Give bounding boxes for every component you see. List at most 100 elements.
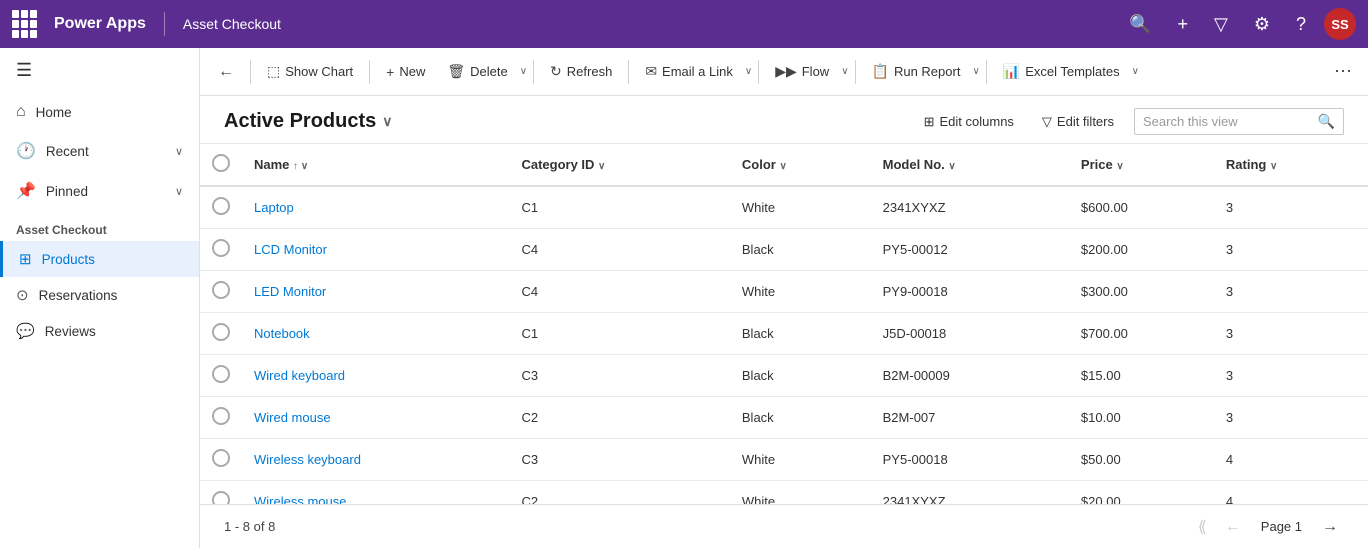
flow-button[interactable]: ▶▶ Flow xyxy=(765,57,839,86)
row-checkbox-cell[interactable] xyxy=(200,271,242,313)
row-model-no: B2M-007 xyxy=(871,397,1069,439)
more-commands-button[interactable]: ⋯ xyxy=(1326,55,1360,88)
row-category-id: C4 xyxy=(509,229,729,271)
excel-chevron[interactable]: ∨ xyxy=(1132,66,1139,77)
col-rating[interactable]: Rating ∨ xyxy=(1214,144,1368,186)
edit-columns-button[interactable]: ⊞ Edit columns xyxy=(916,109,1022,135)
sidebar-item-reservations[interactable]: ⊙ Reservations xyxy=(0,277,199,313)
run-report-button[interactable]: 📋 Run Report xyxy=(862,57,971,86)
row-name[interactable]: Notebook xyxy=(242,313,509,355)
settings-icon[interactable]: ⚙ xyxy=(1246,10,1278,39)
cmd-divider-6 xyxy=(855,60,856,84)
next-page-button[interactable]: → xyxy=(1316,514,1344,540)
row-model-no: J5D-00018 xyxy=(871,313,1069,355)
sidebar-item-home[interactable]: ⌂ Home xyxy=(0,93,199,131)
col-color[interactable]: Color ∨ xyxy=(730,144,871,186)
row-checkbox[interactable] xyxy=(212,407,230,425)
delete-chevron[interactable]: ∨ xyxy=(520,66,527,77)
pagination: ⟪ ← Page 1 → xyxy=(1192,513,1344,541)
row-checkbox-cell[interactable] xyxy=(200,397,242,439)
back-button[interactable]: ← xyxy=(208,57,244,87)
edit-filters-button[interactable]: ▽ Edit filters xyxy=(1034,109,1122,135)
reviews-label: Reviews xyxy=(45,324,96,339)
row-checkbox-cell[interactable] xyxy=(200,355,242,397)
row-price: $10.00 xyxy=(1069,397,1214,439)
table-row[interactable]: LCD Monitor C4 Black PY5-00012 $200.00 3 xyxy=(200,229,1368,271)
col-name[interactable]: Name ↑ ∨ xyxy=(242,144,509,186)
email-link-button[interactable]: ✉ Email a Link xyxy=(635,57,743,86)
run-report-chevron[interactable]: ∨ xyxy=(972,66,979,77)
sidebar-item-products[interactable]: ⊞ Products xyxy=(0,241,199,277)
add-icon[interactable]: + xyxy=(1169,10,1196,39)
row-name[interactable]: Wired mouse xyxy=(242,397,509,439)
email-chevron[interactable]: ∨ xyxy=(745,66,752,77)
help-icon[interactable]: ? xyxy=(1288,10,1314,39)
row-name[interactable]: LCD Monitor xyxy=(242,229,509,271)
row-checkbox[interactable] xyxy=(212,281,230,299)
row-checkbox-cell[interactable] xyxy=(200,439,242,481)
sidebar-item-reviews[interactable]: 💬 Reviews xyxy=(0,313,199,349)
view-title-chevron[interactable]: ∨ xyxy=(382,113,392,130)
row-name[interactable]: Wireless mouse xyxy=(242,481,509,505)
filter-icon[interactable]: ▽ xyxy=(1206,10,1236,39)
table-row[interactable]: LED Monitor C4 White PY9-00018 $300.00 3 xyxy=(200,271,1368,313)
waffle-menu[interactable] xyxy=(12,10,40,38)
first-page-button[interactable]: ⟪ xyxy=(1192,513,1213,541)
row-color: White xyxy=(730,186,871,229)
table-row[interactable]: Wired mouse C2 Black B2M-007 $10.00 3 xyxy=(200,397,1368,439)
col-price[interactable]: Price ∨ xyxy=(1069,144,1214,186)
col-model-no[interactable]: Model No. ∨ xyxy=(871,144,1069,186)
delete-button[interactable]: 🗑 Delete xyxy=(437,57,517,86)
sidebar-nav: ⌂ Home 🕐 Recent ∨ 📌 Pinned ∨ xyxy=(0,93,199,211)
row-checkbox[interactable] xyxy=(212,449,230,467)
show-chart-button[interactable]: ⬚ Show Chart xyxy=(257,57,363,86)
row-checkbox-cell[interactable] xyxy=(200,481,242,505)
new-button[interactable]: + New xyxy=(376,58,435,86)
row-checkbox[interactable] xyxy=(212,365,230,383)
row-name[interactable]: LED Monitor xyxy=(242,271,509,313)
row-checkbox[interactable] xyxy=(212,239,230,257)
table-row[interactable]: Laptop C1 White 2341XYXZ $600.00 3 xyxy=(200,186,1368,229)
row-checkbox-cell[interactable] xyxy=(200,186,242,229)
sidebar-item-pinned[interactable]: 📌 Pinned ∨ xyxy=(0,171,199,211)
delete-icon: 🗑 xyxy=(447,63,465,80)
row-checkbox[interactable] xyxy=(212,491,230,504)
row-checkbox[interactable] xyxy=(212,323,230,341)
table-row[interactable]: Wireless keyboard C3 White PY5-00018 $50… xyxy=(200,439,1368,481)
refresh-button[interactable]: ↻ Refresh xyxy=(540,57,622,86)
sidebar-home-label: Home xyxy=(36,105,72,120)
table-row[interactable]: Wireless mouse C2 White 2341XYXZ $20.00 … xyxy=(200,481,1368,505)
search-icon[interactable]: 🔍 xyxy=(1121,10,1159,39)
hamburger-button[interactable]: ☰ xyxy=(0,48,199,93)
row-checkbox[interactable] xyxy=(212,197,230,215)
search-icon: 🔍 xyxy=(1318,113,1335,130)
avatar[interactable]: SS xyxy=(1324,8,1356,40)
pinned-arrow: ∨ xyxy=(175,185,183,198)
search-input[interactable] xyxy=(1143,114,1312,129)
flow-chevron[interactable]: ∨ xyxy=(841,66,848,77)
select-all-checkbox[interactable] xyxy=(212,154,230,172)
col-category-id[interactable]: Category ID ∨ xyxy=(509,144,729,186)
table-row[interactable]: Wired keyboard C3 Black B2M-00009 $15.00… xyxy=(200,355,1368,397)
table-row[interactable]: Notebook C1 Black J5D-00018 $700.00 3 xyxy=(200,313,1368,355)
prev-page-button[interactable]: ← xyxy=(1219,514,1247,540)
excel-templates-button[interactable]: 📊 Excel Templates xyxy=(993,57,1130,86)
topbar: Power Apps Asset Checkout 🔍 + ▽ ⚙ ? SS xyxy=(0,0,1368,48)
price-filter-icon: ∨ xyxy=(1116,161,1123,172)
refresh-icon: ↻ xyxy=(550,63,562,80)
new-icon: + xyxy=(386,64,394,80)
checkbox-header[interactable] xyxy=(200,144,242,186)
topbar-divider xyxy=(164,12,165,36)
row-name[interactable]: Laptop xyxy=(242,186,509,229)
row-checkbox-cell[interactable] xyxy=(200,229,242,271)
sidebar-item-recent[interactable]: 🕐 Recent ∨ xyxy=(0,131,199,171)
row-color: White xyxy=(730,271,871,313)
row-color: Black xyxy=(730,229,871,271)
row-rating: 4 xyxy=(1214,481,1368,505)
row-name[interactable]: Wireless keyboard xyxy=(242,439,509,481)
email-icon: ✉ xyxy=(645,63,657,80)
row-name[interactable]: Wired keyboard xyxy=(242,355,509,397)
excel-icon: 📊 xyxy=(1003,63,1020,80)
row-checkbox-cell[interactable] xyxy=(200,313,242,355)
row-rating: 3 xyxy=(1214,186,1368,229)
